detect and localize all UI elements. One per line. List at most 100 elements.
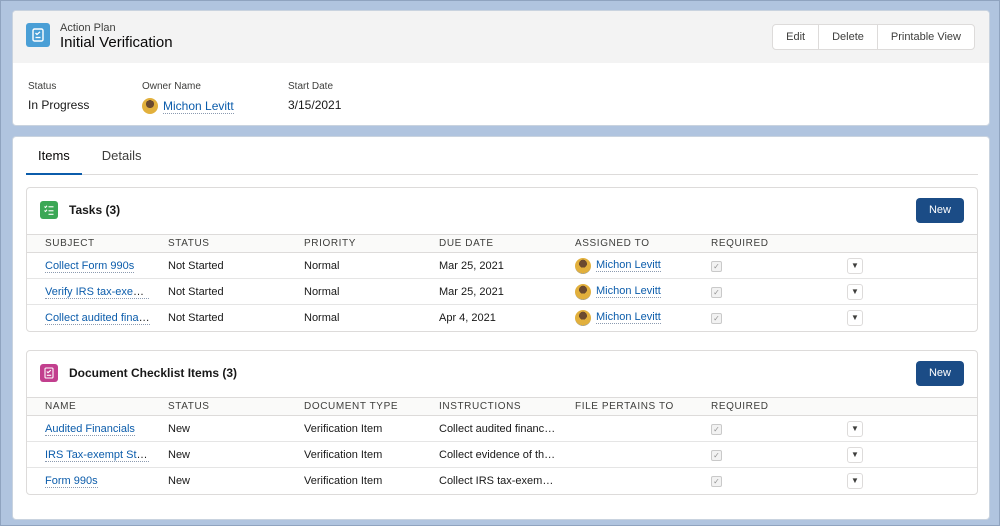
document-status: New (150, 441, 286, 468)
start-date-label: Start Date (288, 81, 334, 92)
task-due-date: Mar 25, 2021 (421, 278, 557, 305)
task-due-date: Mar 25, 2021 (421, 252, 557, 279)
edit-button[interactable]: Edit (773, 25, 820, 49)
document-type: Verification Item (304, 474, 383, 487)
documents-title: Document Checklist Items (3) (69, 366, 238, 380)
file-pertains-to (557, 441, 693, 468)
column-header[interactable]: REQUIRED (693, 397, 829, 416)
document-status: New (168, 474, 191, 487)
avatar (575, 309, 591, 326)
main-content: Items Details Tasks (3) New SUBJECT STAT… (12, 136, 990, 520)
task-subject-link[interactable]: Collect Form 990s (45, 259, 135, 273)
record-header-top: Action Plan Initial Verification Edit De… (13, 11, 989, 63)
avatar (142, 98, 158, 114)
chevron-down-icon[interactable]: ▼ (847, 283, 863, 300)
column-header[interactable]: REQUIRED (693, 234, 829, 253)
tasks-title: Tasks (3) (69, 203, 121, 217)
required-checkbox: ✓ (711, 312, 722, 324)
column-header[interactable]: STATUS (150, 397, 286, 416)
file-pertains-to (557, 415, 693, 442)
record-type-label: Action Plan (60, 22, 116, 34)
table-row: Verify IRS tax-exempt... Not Started Nor… (27, 278, 977, 305)
avatar (575, 283, 591, 300)
document-instructions: Collect audited financia... (421, 415, 557, 442)
column-header[interactable]: SUBJECT (27, 234, 150, 253)
file-pertains-to (557, 468, 693, 494)
tasks-table: SUBJECT STATUS PRIORITY DUE DATE ASSIGNE… (27, 234, 977, 331)
owner-field: Owner Name Michon Levitt (142, 81, 234, 114)
task-list-icon (40, 201, 58, 219)
assigned-to-link[interactable]: Michon Levitt (596, 285, 661, 298)
chevron-down-icon[interactable]: ▼ (847, 472, 863, 489)
header-button-group: Edit Delete Printable View (772, 24, 975, 50)
owner-value: Michon Levitt (142, 98, 234, 114)
status-field: Status In Progress (28, 81, 89, 112)
table-row: Collect audited finan... Not Started Nor… (27, 305, 977, 331)
chevron-down-icon[interactable]: ▼ (847, 309, 863, 326)
table-header-row: NAME STATUS DOCUMENT TYPE INSTRUCTIONS F… (27, 397, 977, 416)
tab-bar: Items Details (26, 137, 978, 175)
column-header[interactable]: FILE PERTAINS TO (557, 397, 693, 416)
tasks-header: Tasks (3) New (27, 188, 977, 234)
start-date-value: 3/15/2021 (288, 98, 342, 112)
tasks-related-list: Tasks (3) New SUBJECT STATUS PRIORITY DU… (26, 187, 978, 332)
column-header[interactable]: STATUS (150, 234, 286, 253)
task-due-date: Apr 4, 2021 (439, 311, 496, 324)
status-label: Status (28, 81, 57, 92)
start-date-field: Start Date 3/15/2021 (288, 81, 341, 112)
document-name-link[interactable]: Audited Financials (45, 422, 135, 436)
document-type: Verification Item (286, 441, 421, 468)
task-status: Not Started (150, 252, 286, 279)
chevron-down-icon[interactable]: ▼ (847, 257, 863, 274)
column-header[interactable]: DOCUMENT TYPE (286, 397, 421, 416)
table-row: Form 990s New Verification Item Collect … (27, 468, 977, 494)
avatar (575, 257, 591, 274)
table-row: Audited Financials New Verification Item… (27, 415, 977, 442)
table-header-row: SUBJECT STATUS PRIORITY DUE DATE ASSIGNE… (27, 234, 977, 253)
required-checkbox: ✓ (711, 449, 722, 461)
printable-view-button[interactable]: Printable View (878, 25, 974, 49)
record-header: Action Plan Initial Verification Edit De… (12, 10, 990, 126)
column-header[interactable]: PRIORITY (286, 234, 421, 253)
task-priority: Normal (304, 311, 340, 324)
required-checkbox: ✓ (711, 260, 722, 272)
column-header[interactable]: INSTRUCTIONS (421, 397, 557, 416)
status-value: In Progress (28, 98, 90, 112)
required-checkbox: ✓ (711, 286, 722, 298)
column-header-actions (829, 397, 977, 416)
tab-details[interactable]: Details (90, 137, 154, 175)
page-title: Initial Verification (60, 34, 173, 51)
chevron-down-icon[interactable]: ▼ (847, 446, 863, 463)
new-task-button[interactable]: New (916, 198, 964, 223)
required-checkbox: ✓ (711, 423, 722, 435)
document-checklist-icon (40, 364, 58, 382)
column-header[interactable]: NAME (27, 397, 150, 416)
task-status: Not Started (150, 278, 286, 305)
new-document-button[interactable]: New (916, 361, 964, 386)
owner-label: Owner Name (142, 81, 201, 92)
task-priority: Normal (286, 252, 421, 279)
chevron-down-icon[interactable]: ▼ (847, 420, 863, 437)
column-header[interactable]: ASSIGNED TO (557, 234, 693, 253)
tab-items[interactable]: Items (26, 137, 82, 175)
required-checkbox: ✓ (711, 475, 722, 487)
document-instructions: Collect IRS tax-exempt r... (439, 474, 557, 487)
action-plan-icon (26, 23, 50, 47)
assigned-to-link[interactable]: Michon Levitt (596, 259, 661, 272)
documents-header: Document Checklist Items (3) New (27, 351, 977, 397)
document-name-link[interactable]: IRS Tax-exempt Status (45, 448, 150, 462)
task-priority: Normal (286, 278, 421, 305)
task-subject-link[interactable]: Collect audited finan... (45, 311, 150, 325)
documents-table: NAME STATUS DOCUMENT TYPE INSTRUCTIONS F… (27, 397, 977, 494)
column-header[interactable]: DUE DATE (421, 234, 557, 253)
app-frame: Action Plan Initial Verification Edit De… (0, 0, 1000, 526)
document-status: New (150, 415, 286, 442)
assigned-to-link[interactable]: Michon Levitt (596, 311, 661, 325)
table-row: Collect Form 990s Not Started Normal Mar… (27, 252, 977, 279)
delete-button[interactable]: Delete (819, 25, 878, 49)
task-subject-link[interactable]: Verify IRS tax-exempt... (45, 285, 150, 299)
owner-link[interactable]: Michon Levitt (163, 99, 234, 114)
table-row: IRS Tax-exempt Status New Verification I… (27, 441, 977, 468)
document-type: Verification Item (286, 415, 421, 442)
document-name-link[interactable]: Form 990s (45, 474, 98, 488)
